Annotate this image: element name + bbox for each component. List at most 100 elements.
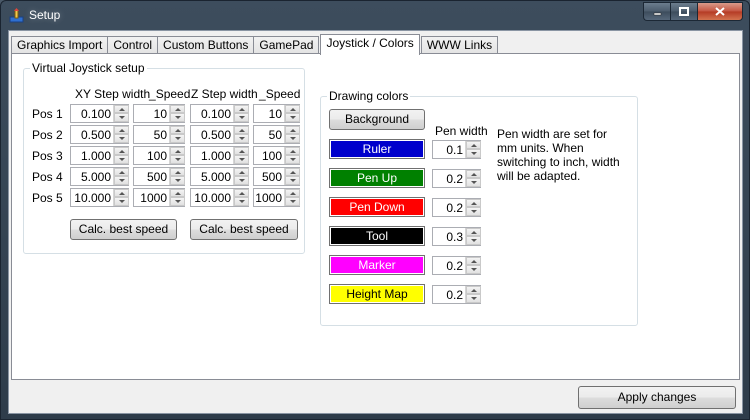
pen-down-pen-width-input[interactable]: 0.2 [432,198,481,217]
xy-step-input[interactable]: 5.000 [70,167,129,186]
z-step-input[interactable]: 0.100 [190,104,249,123]
spin-up-icon[interactable] [114,105,129,113]
spin-up-icon[interactable] [234,105,249,113]
tab-custom-buttons[interactable]: Custom Buttons [157,36,255,54]
z-speed-input[interactable]: 100 [253,146,300,165]
spinner[interactable] [113,147,129,164]
spin-up-icon[interactable] [114,168,129,176]
spin-up-icon[interactable] [170,168,185,176]
spin-up-icon[interactable] [170,189,185,197]
xy-speed-input[interactable]: 500 [133,167,185,186]
spin-up-icon[interactable] [234,147,249,155]
minimize-button[interactable] [643,2,670,21]
pen-down-color-button[interactable]: Pen Down [329,197,425,217]
spinner[interactable] [465,286,481,303]
xy-step-input[interactable]: 0.500 [70,125,129,144]
xy-step-input[interactable]: 10.000 [70,188,129,207]
spinner[interactable] [465,141,481,158]
spin-up-icon[interactable] [170,147,185,155]
spin-down-icon[interactable] [466,207,481,216]
spin-down-icon[interactable] [114,197,129,206]
spin-up-icon[interactable] [234,189,249,197]
calc-xy-speed-button[interactable]: Calc. best speed [70,219,177,240]
spin-down-icon[interactable] [285,197,300,206]
spin-down-icon[interactable] [170,134,185,143]
spinner[interactable] [284,189,300,206]
spinner[interactable] [284,147,300,164]
spinner[interactable] [113,168,129,185]
spin-down-icon[interactable] [466,265,481,274]
ruler-color-button[interactable]: Ruler [329,139,425,159]
tab-gamepad[interactable]: GamePad [253,36,320,54]
spin-up-icon[interactable] [114,189,129,197]
spinner[interactable] [465,228,481,245]
height-map-pen-width-input[interactable]: 0.2 [432,285,481,304]
spin-up-icon[interactable] [234,126,249,134]
spin-up-icon[interactable] [466,228,481,236]
xy-speed-input[interactable]: 10 [133,104,185,123]
spin-down-icon[interactable] [466,149,481,158]
spinner[interactable] [284,126,300,143]
z-step-input[interactable]: 1.000 [190,146,249,165]
spin-down-icon[interactable] [114,113,129,122]
spinner[interactable] [233,126,249,143]
apply-changes-button[interactable]: Apply changes [578,386,736,409]
xy-step-input[interactable]: 0.100 [70,104,129,123]
spin-up-icon[interactable] [285,189,300,197]
pen-up-pen-width-input[interactable]: 0.2 [432,169,481,188]
z-speed-input[interactable]: 500 [253,167,300,186]
spin-up-icon[interactable] [170,126,185,134]
spinner[interactable] [465,199,481,216]
z-step-input[interactable]: 10.000 [190,188,249,207]
spinner[interactable] [284,105,300,122]
spin-down-icon[interactable] [466,236,481,245]
close-button[interactable] [697,2,743,21]
spinner[interactable] [113,126,129,143]
spin-down-icon[interactable] [234,197,249,206]
tab-www-links[interactable]: WWW Links [420,36,499,54]
spin-down-icon[interactable] [466,178,481,187]
spin-down-icon[interactable] [234,134,249,143]
spin-down-icon[interactable] [114,134,129,143]
spinner[interactable] [169,147,185,164]
spin-up-icon[interactable] [285,105,300,113]
spin-down-icon[interactable] [114,155,129,164]
tab-joystick-colors[interactable]: Joystick / Colors [320,34,420,55]
spin-down-icon[interactable] [285,113,300,122]
pen-up-color-button[interactable]: Pen Up [329,168,425,188]
xy-step-input[interactable]: 1.000 [70,146,129,165]
spin-up-icon[interactable] [114,126,129,134]
spin-up-icon[interactable] [285,168,300,176]
spin-up-icon[interactable] [466,286,481,294]
calc-z-speed-button[interactable]: Calc. best speed [190,219,298,240]
height-map-color-button[interactable]: Height Map [329,284,425,304]
spinner[interactable] [233,147,249,164]
spin-down-icon[interactable] [285,155,300,164]
spin-down-icon[interactable] [285,176,300,185]
spinner[interactable] [113,189,129,206]
spinner[interactable] [233,189,249,206]
spinner[interactable] [169,126,185,143]
spin-up-icon[interactable] [234,168,249,176]
spinner[interactable] [233,168,249,185]
tool-color-button[interactable]: Tool [329,226,425,246]
spinner[interactable] [465,257,481,274]
spinner[interactable] [465,170,481,187]
spin-down-icon[interactable] [466,294,481,303]
spinner[interactable] [113,105,129,122]
background-color-button[interactable]: Background [329,109,425,130]
spin-down-icon[interactable] [170,113,185,122]
spin-down-icon[interactable] [234,176,249,185]
title-bar[interactable]: Setup [1,1,749,29]
spin-down-icon[interactable] [170,197,185,206]
xy-speed-input[interactable]: 1000 [133,188,185,207]
spin-down-icon[interactable] [170,155,185,164]
ruler-pen-width-input[interactable]: 0.1 [432,140,481,159]
marker-pen-width-input[interactable]: 0.2 [432,256,481,275]
spin-up-icon[interactable] [285,147,300,155]
spin-down-icon[interactable] [170,176,185,185]
spinner[interactable] [284,168,300,185]
xy-speed-input[interactable]: 50 [133,125,185,144]
spin-down-icon[interactable] [285,134,300,143]
spinner[interactable] [169,168,185,185]
